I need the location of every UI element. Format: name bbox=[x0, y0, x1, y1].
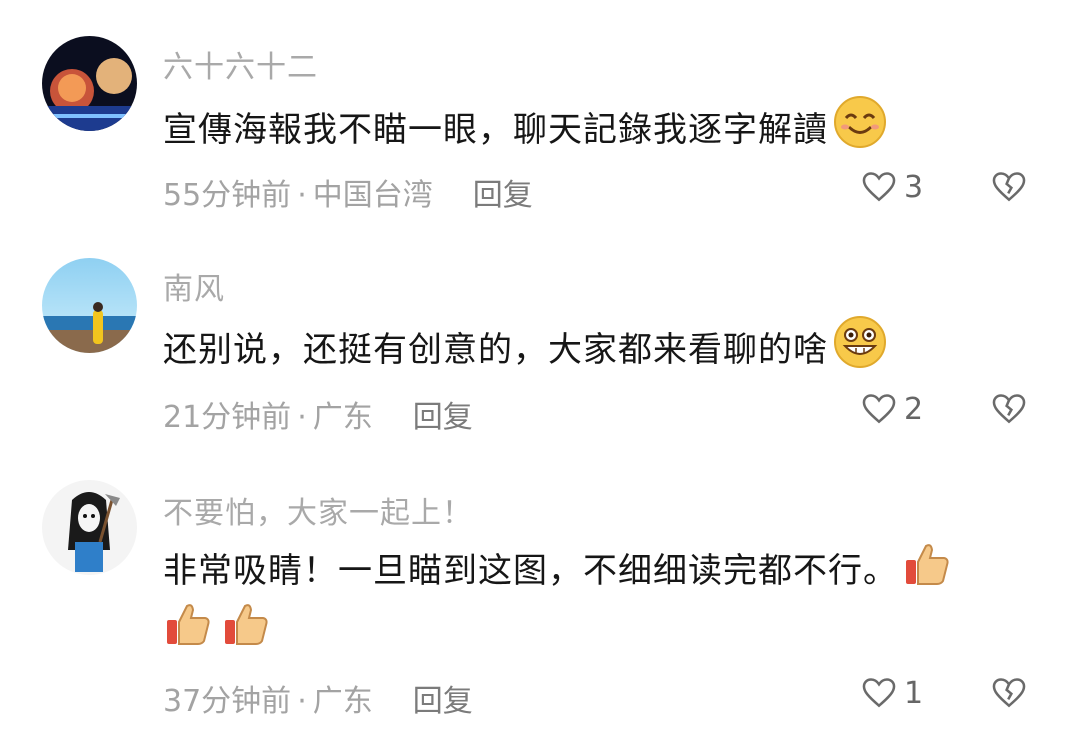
meta-separator: · bbox=[297, 400, 307, 435]
dislike-button[interactable] bbox=[990, 390, 1028, 432]
reply-button[interactable]: 回复 bbox=[413, 684, 473, 719]
like-button[interactable]: 1 bbox=[860, 674, 923, 712]
username[interactable]: 南风 bbox=[163, 264, 225, 308]
location: 广东 bbox=[312, 684, 373, 719]
username[interactable]: 六十六十二 bbox=[163, 42, 318, 86]
avatar[interactable] bbox=[42, 480, 137, 575]
heart-icon bbox=[862, 394, 896, 424]
smile-emoji-icon bbox=[832, 94, 888, 169]
comment-text-content: 宣傳海報我不瞄一眼，聊天記錄我逐字解讀 bbox=[163, 110, 828, 150]
avatar[interactable] bbox=[42, 36, 137, 131]
dislike-button[interactable] bbox=[990, 674, 1028, 716]
thumbs-up-emoji-icon bbox=[163, 598, 213, 667]
like-button[interactable]: 3 bbox=[860, 168, 923, 206]
broken-heart-icon bbox=[992, 172, 1026, 202]
comment-meta: 55分钟前 · 中国台湾 回复 bbox=[163, 170, 533, 214]
grin-emoji-icon bbox=[832, 314, 888, 389]
heart-icon bbox=[862, 172, 896, 202]
comment-text-continuation bbox=[163, 598, 271, 667]
reply-button[interactable]: 回复 bbox=[473, 178, 533, 213]
thumbs-up-emoji-icon bbox=[221, 598, 271, 667]
comment-text-content: 还别说，还挺有创意的，大家都来看聊的啥 bbox=[163, 330, 828, 370]
like-count: 3 bbox=[904, 169, 924, 205]
like-count: 2 bbox=[904, 391, 924, 427]
meta-separator: · bbox=[297, 684, 307, 719]
comment-text: 非常吸睛！一旦瞄到这图，不细细读完都不行。 bbox=[163, 538, 952, 607]
comment-meta: 37分钟前 · 广东 回复 bbox=[163, 676, 473, 720]
like-button[interactable]: 2 bbox=[860, 390, 923, 428]
username[interactable]: 不要怕，大家一起上！ bbox=[163, 488, 473, 532]
comment-text: 宣傳海報我不瞄一眼，聊天記錄我逐字解讀 bbox=[163, 94, 888, 169]
like-count: 1 bbox=[904, 675, 924, 711]
comment-meta: 21分钟前 · 广东 回复 bbox=[163, 392, 473, 436]
reply-button[interactable]: 回复 bbox=[413, 400, 473, 435]
heart-icon bbox=[862, 678, 896, 708]
comment-text: 还别说，还挺有创意的，大家都来看聊的啥 bbox=[163, 314, 888, 389]
timestamp: 21分钟前 bbox=[163, 400, 292, 435]
thumbs-up-emoji-icon bbox=[902, 538, 952, 607]
broken-heart-icon bbox=[992, 394, 1026, 424]
dislike-button[interactable] bbox=[990, 168, 1028, 210]
location: 中国台湾 bbox=[312, 178, 433, 213]
location: 广东 bbox=[312, 400, 373, 435]
timestamp: 55分钟前 bbox=[163, 178, 292, 213]
timestamp: 37分钟前 bbox=[163, 684, 292, 719]
meta-separator: · bbox=[297, 178, 307, 213]
comment-text-content: 非常吸睛！一旦瞄到这图，不细细读完都不行。 bbox=[163, 551, 898, 591]
avatar[interactable] bbox=[42, 258, 137, 353]
broken-heart-icon bbox=[992, 678, 1026, 708]
